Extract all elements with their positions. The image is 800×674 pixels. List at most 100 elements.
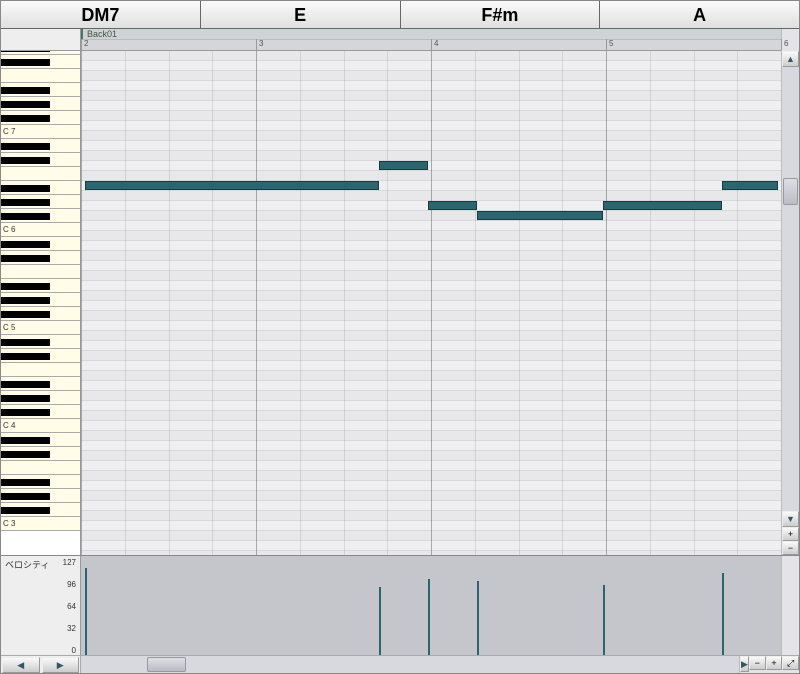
octave-label: C 7 xyxy=(3,127,15,136)
chord-track: DM7 E F#m A xyxy=(1,1,799,29)
velocity-bar[interactable] xyxy=(379,587,381,655)
black-key[interactable] xyxy=(1,213,50,220)
beatline xyxy=(650,51,651,555)
scroll-left-button[interactable]: ◀ xyxy=(2,657,40,673)
black-key[interactable] xyxy=(1,255,50,262)
velocity-bar[interactable] xyxy=(477,581,479,655)
midi-note[interactable] xyxy=(603,201,722,210)
black-key[interactable] xyxy=(1,507,50,514)
chord-cell[interactable]: F#m xyxy=(401,1,601,28)
black-key[interactable] xyxy=(1,115,50,122)
scroll-right-end-button[interactable]: ▶ xyxy=(740,656,749,672)
black-key[interactable] xyxy=(1,353,50,360)
black-key[interactable] xyxy=(1,199,50,206)
hscroll-thumb[interactable] xyxy=(147,657,186,672)
note-grid[interactable] xyxy=(81,51,781,555)
white-key[interactable] xyxy=(1,265,80,279)
black-key[interactable] xyxy=(1,87,50,94)
hzoom-out-button[interactable]: − xyxy=(749,656,766,670)
black-key[interactable] xyxy=(1,451,50,458)
white-key[interactable] xyxy=(1,461,80,475)
octave-label: C 4 xyxy=(3,421,15,430)
beatline xyxy=(344,51,345,555)
beat-marker: 6 xyxy=(781,39,788,50)
midi-note[interactable] xyxy=(722,181,778,190)
scroll-down-button[interactable]: ▼ xyxy=(782,511,799,527)
white-key[interactable] xyxy=(1,167,80,181)
barline xyxy=(431,51,432,555)
chord-cell[interactable]: A xyxy=(600,1,799,28)
black-key[interactable] xyxy=(1,381,50,388)
black-key[interactable] xyxy=(1,493,50,500)
black-key[interactable] xyxy=(1,395,50,402)
beatline xyxy=(562,51,563,555)
beat-marker: 5 xyxy=(606,39,613,50)
black-key[interactable] xyxy=(1,157,50,164)
velocity-lane: ベロシティ 127 96 64 32 0 xyxy=(1,555,799,655)
midi-note[interactable] xyxy=(379,161,428,170)
black-key[interactable] xyxy=(1,283,50,290)
scroll-up-button[interactable]: ▲ xyxy=(782,51,799,67)
vertical-scrollbar[interactable]: ▲ ▼ + − xyxy=(781,51,799,555)
vscroll-thumb[interactable] xyxy=(783,178,798,205)
white-key[interactable] xyxy=(1,69,80,83)
velocity-tick: 127 xyxy=(63,558,76,567)
black-key[interactable] xyxy=(1,101,50,108)
midi-note[interactable] xyxy=(85,181,379,190)
beatline xyxy=(475,51,476,555)
vzoom-out-button[interactable]: − xyxy=(782,541,799,555)
beat-marker: 4 xyxy=(431,39,438,50)
piano-roll-editor: DM7 E F#m A Back01 23456 C 7C 6C 5C 4C 3… xyxy=(0,0,800,674)
velocity-tick: 0 xyxy=(72,646,76,655)
black-key[interactable] xyxy=(1,437,50,444)
black-key[interactable] xyxy=(1,311,50,318)
hzoom-in-button[interactable]: + xyxy=(766,656,783,670)
barline xyxy=(81,51,82,555)
velocity-title: ベロシティ xyxy=(5,558,49,571)
velocity-bar[interactable] xyxy=(85,568,87,655)
black-key[interactable] xyxy=(1,51,50,52)
beatline xyxy=(300,51,301,555)
ruler-row: Back01 23456 xyxy=(1,29,799,51)
black-key[interactable] xyxy=(1,339,50,346)
vzoom-in-button[interactable]: + xyxy=(782,527,799,541)
white-key[interactable] xyxy=(1,363,80,377)
velocity-bar[interactable] xyxy=(722,573,724,655)
beatline xyxy=(387,51,388,555)
black-key[interactable] xyxy=(1,297,50,304)
black-key[interactable] xyxy=(1,241,50,248)
barline xyxy=(256,51,257,555)
hscroll-track[interactable] xyxy=(81,656,739,673)
vscroll-track[interactable] xyxy=(782,67,799,511)
chord-cell[interactable]: DM7 xyxy=(1,1,201,28)
velocity-bar[interactable] xyxy=(428,579,430,655)
black-key[interactable] xyxy=(1,409,50,416)
beat-marker: 2 xyxy=(81,39,88,50)
hzoom-fit-button[interactable]: ⤢ xyxy=(782,656,799,670)
octave-label: C 6 xyxy=(3,225,15,234)
velocity-tick: 32 xyxy=(67,624,76,633)
beatline xyxy=(212,51,213,555)
barline xyxy=(606,51,607,555)
midi-note[interactable] xyxy=(477,211,603,220)
velocity-scroll-spacer xyxy=(781,556,799,655)
beatline xyxy=(737,51,738,555)
velocity-area[interactable] xyxy=(81,556,781,655)
velocity-tick: 96 xyxy=(67,580,76,589)
beat-marker: 3 xyxy=(256,39,263,50)
black-key[interactable] xyxy=(1,479,50,486)
scroll-right-button[interactable]: ▶ xyxy=(42,657,80,673)
midi-note[interactable] xyxy=(428,201,477,210)
piano-keyboard-column: C 7C 6C 5C 4C 3 xyxy=(1,51,81,555)
velocity-bar[interactable] xyxy=(603,585,605,655)
black-key[interactable] xyxy=(1,185,50,192)
horizontal-scrollbar[interactable]: ◀ ▶ ▶ − + ⤢ xyxy=(1,655,799,673)
black-key[interactable] xyxy=(1,143,50,150)
piano-keyboard[interactable]: C 7C 6C 5C 4C 3 xyxy=(1,51,80,555)
chord-cell[interactable]: E xyxy=(201,1,401,28)
beatline xyxy=(125,51,126,555)
black-key[interactable] xyxy=(1,59,50,66)
beatline xyxy=(519,51,520,555)
velocity-tick: 64 xyxy=(67,602,76,611)
timeline-ruler[interactable]: Back01 23456 xyxy=(81,29,781,51)
